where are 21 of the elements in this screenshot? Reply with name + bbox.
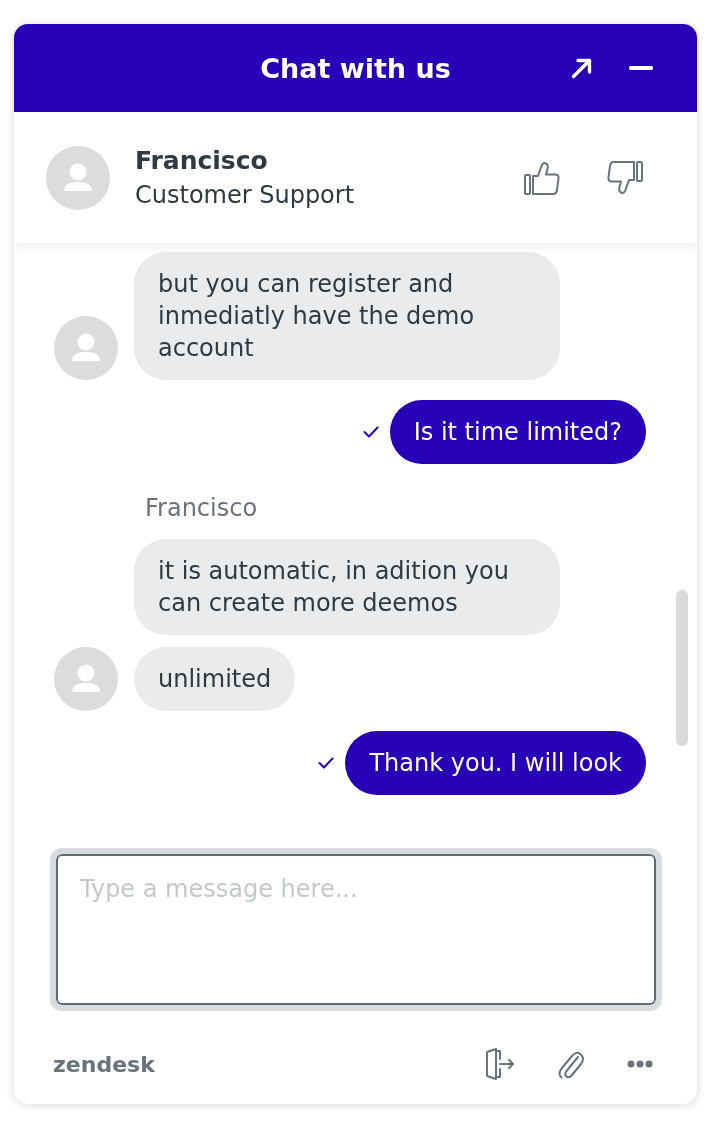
visitor-message-bubble: Thank you. I will look (345, 731, 646, 795)
agent-message-bubble: unlimited (134, 647, 296, 711)
thumbs-down-icon (607, 160, 643, 195)
chat-title: Chat with us (260, 52, 451, 84)
more-dots-icon (627, 1060, 653, 1068)
thumbs-up-icon (524, 160, 560, 195)
visitor-message-bubble: Is it time limited? (389, 400, 646, 464)
scrollbar[interactable] (676, 590, 688, 746)
agent-message-bubble: it is automatic, in adition you can create more deemos (134, 539, 560, 635)
diagonal-arrow-icon (571, 57, 593, 79)
minimize-icon (629, 66, 653, 70)
agent-role: Customer Support (135, 179, 355, 210)
avatar-icon (46, 145, 110, 210)
message-input-field[interactable]: Type a message here... (50, 848, 662, 1011)
sender-name: Francisco (145, 493, 258, 524)
agent-name: Francisco (135, 145, 268, 176)
exit-door-icon (485, 1048, 515, 1080)
avatar-icon (54, 316, 118, 380)
brand-logo[interactable]: zendesk (53, 1051, 155, 1077)
agent-message-bubble: but you can register and inmediatly have the demo account (134, 252, 560, 380)
avatar-icon (54, 647, 118, 711)
